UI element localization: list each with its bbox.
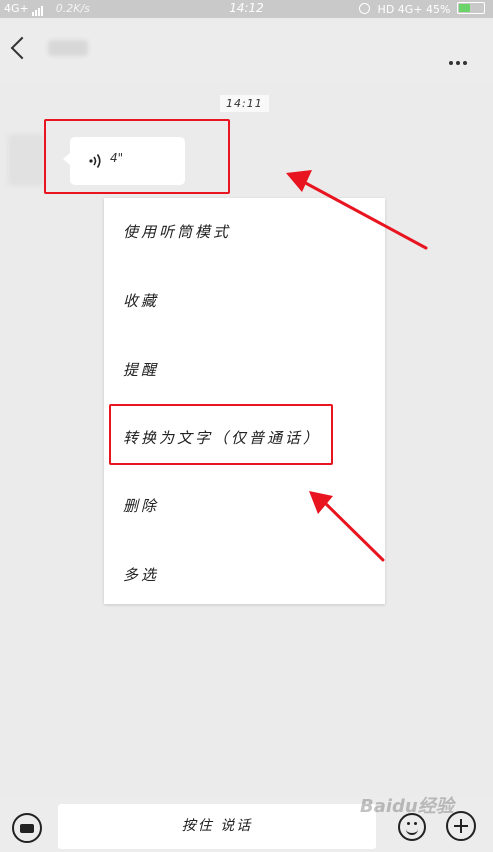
hold-to-talk-button[interactable]: 按住 说话 <box>58 804 376 849</box>
arrow-to-voice <box>286 170 428 250</box>
arrow-to-convert <box>309 491 385 562</box>
keyboard-icon[interactable] <box>12 813 42 843</box>
watermark: Baidu经验 <box>360 796 454 817</box>
annotation-arrows <box>286 170 428 562</box>
